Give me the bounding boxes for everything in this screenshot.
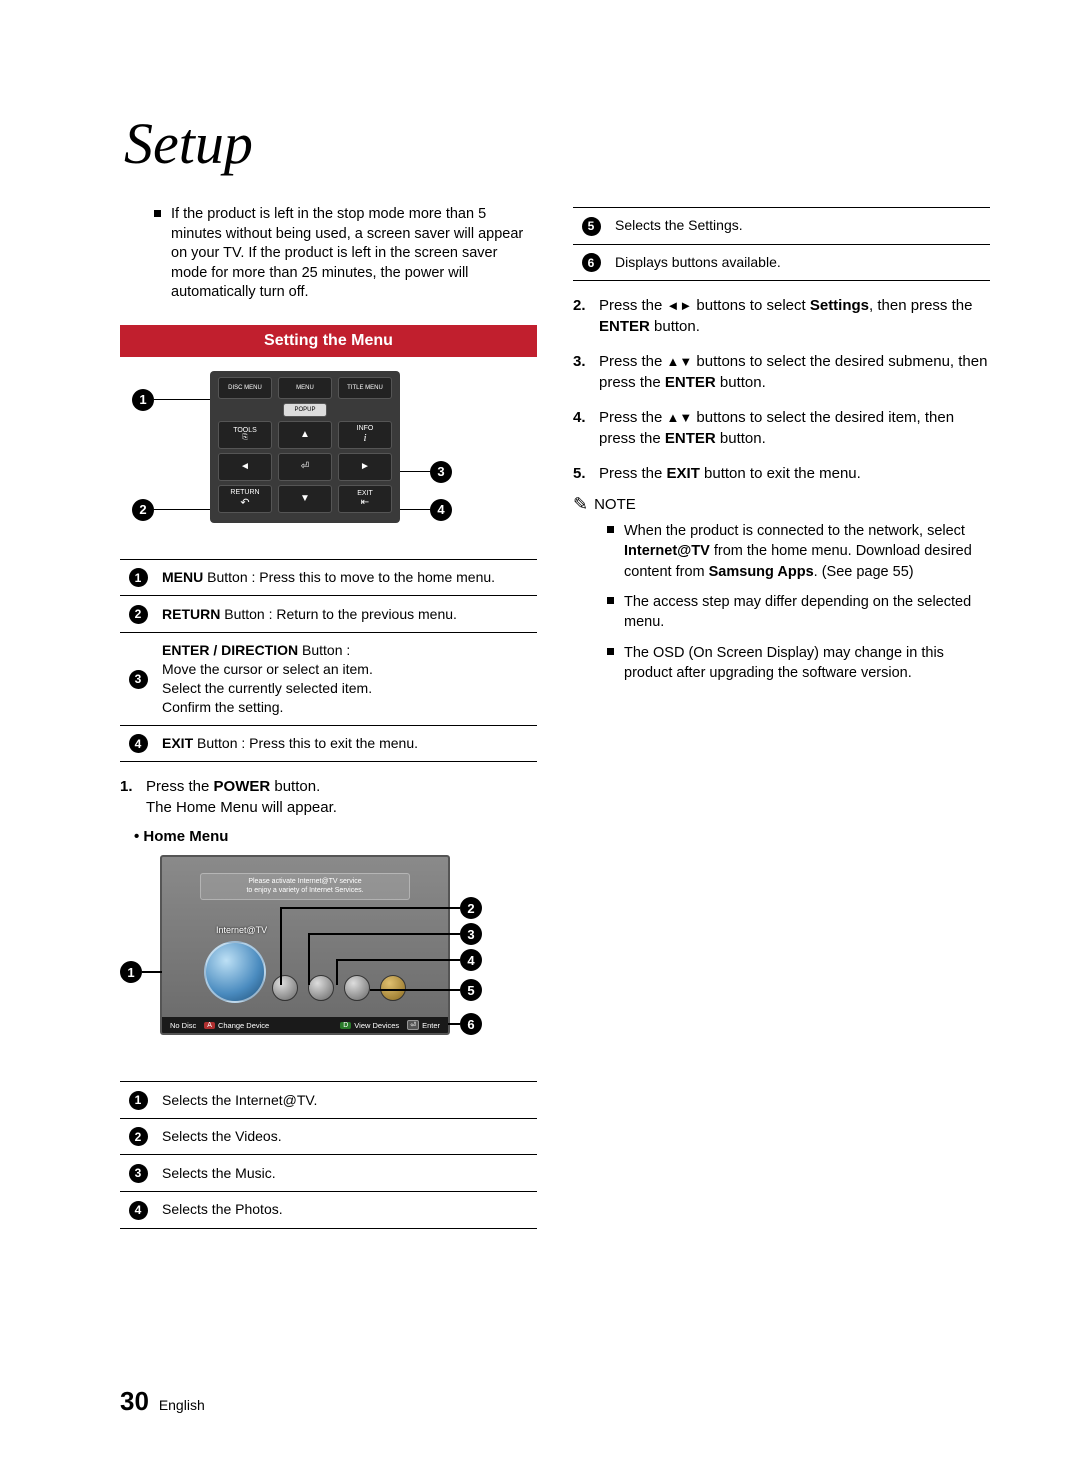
home-menu-diagram: Please activate Internet@TV service to e… xyxy=(120,855,537,1055)
remote-menu-button: MENU xyxy=(278,377,332,399)
videos-icon xyxy=(272,975,298,1001)
callout-num: 2 xyxy=(129,605,148,624)
remote-diagram: DISC MENU MENU TITLE MENU POPUP TOOLS⎘ ▲… xyxy=(120,371,537,541)
table-row: 4 Selects the Photos. xyxy=(120,1191,537,1228)
remote-right-button: ► xyxy=(338,453,392,481)
settings-icon xyxy=(380,975,406,1001)
callout-text: Selects the Settings. xyxy=(609,208,990,245)
callout-badge-2: 2 xyxy=(132,499,154,521)
home-badge-5: 5 xyxy=(460,979,482,1001)
table-row: 2 RETURN Button : Return to the previous … xyxy=(120,596,537,633)
remote-disc-menu-button: DISC MENU xyxy=(218,377,272,399)
home-badge-1: 1 xyxy=(120,961,142,983)
callout-text: Selects the Music. xyxy=(156,1155,537,1192)
table-row: 3 Selects the Music. xyxy=(120,1155,537,1192)
note-heading: ✎ NOTE xyxy=(573,494,990,515)
home-badge-4: 4 xyxy=(460,949,482,971)
globe-icon xyxy=(204,941,266,1003)
left-column: If the product is left in the stop mode … xyxy=(120,205,537,1229)
page-footer: 30 English xyxy=(120,1386,205,1417)
callout-text: Selects the Videos. xyxy=(156,1118,537,1155)
table-row: 1 Selects the Internet@TV. xyxy=(120,1082,537,1119)
intro-text: If the product is left in the stop mode … xyxy=(171,205,537,303)
music-icon xyxy=(308,975,334,1001)
note-label: NOTE xyxy=(594,496,636,513)
callout-text: Selects the Internet@TV. xyxy=(156,1082,537,1119)
remote-tools-button: TOOLS⎘ xyxy=(218,421,272,449)
instruction-step: 4.Press the ▲▼ buttons to select the des… xyxy=(573,407,990,449)
internet-tv-label: Internet@TV xyxy=(216,925,267,935)
home-badge-3: 3 xyxy=(460,923,482,945)
callout-text: MENU Button : Press this to move to the … xyxy=(156,559,537,596)
page-language: English xyxy=(159,1397,205,1413)
intro-bullet: If the product is left in the stop mode … xyxy=(120,205,537,303)
home-badge-6: 6 xyxy=(460,1013,482,1035)
table-row: 5 Selects the Settings. xyxy=(573,208,990,245)
home-menu-label: • Home Menu xyxy=(134,828,537,845)
square-bullet-icon xyxy=(607,526,614,533)
callout-badge-4: 4 xyxy=(430,499,452,521)
step-1: 1. Press the POWER button. The Home Menu… xyxy=(120,776,537,818)
remote-enter-button: ⏎ xyxy=(278,453,332,481)
right-column: 5 Selects the Settings. 6 Displays buttons … xyxy=(573,205,990,1229)
remote-title-menu-button: TITLE MENU xyxy=(338,377,392,399)
remote-down-button: ▼ xyxy=(278,485,332,513)
note-item: The access step may differ depending on … xyxy=(573,592,990,633)
table-row: 4 EXIT Button : Press this to exit the me… xyxy=(120,725,537,762)
note-icon: ✎ xyxy=(573,494,588,515)
callout-badge-3: 3 xyxy=(430,461,452,483)
home-badge-2: 2 xyxy=(460,897,482,919)
page-number: 30 xyxy=(120,1386,149,1416)
instruction-step: 3.Press the ▲▼ buttons to select the des… xyxy=(573,351,990,393)
callout-num: 4 xyxy=(129,734,148,753)
remote-info-button: INFOi xyxy=(338,421,392,449)
note-item: When the product is connected to the net… xyxy=(573,521,990,582)
callout-badge-1: 1 xyxy=(132,389,154,411)
callout-text: RETURN Button : Return to the previous m… xyxy=(156,596,537,633)
square-bullet-icon xyxy=(154,210,161,217)
square-bullet-icon xyxy=(607,597,614,604)
table-row: 6 Displays buttons available. xyxy=(573,244,990,281)
instruction-step: 2.Press the ◄► buttons to select Setting… xyxy=(573,295,990,337)
callout-num: 4 xyxy=(129,1201,148,1220)
home-bottom-bar: No Disc AChange Device DView Devices ⏎En… xyxy=(162,1017,448,1033)
callout-num: 2 xyxy=(129,1127,148,1146)
table-row: 1 MENU Button : Press this to move to the… xyxy=(120,559,537,596)
callout-num: 3 xyxy=(129,670,148,689)
note-item: The OSD (On Screen Display) may change i… xyxy=(573,643,990,684)
remote-body: DISC MENU MENU TITLE MENU POPUP TOOLS⎘ ▲… xyxy=(210,371,400,523)
home-callout-table-left: 1 Selects the Internet@TV. 2 Selects the Vi… xyxy=(120,1081,537,1228)
callout-text: EXIT Button : Press this to exit the men… xyxy=(156,725,537,762)
home-screen: Please activate Internet@TV service to e… xyxy=(160,855,450,1035)
page-title: Setup xyxy=(124,110,990,177)
callout-num: 5 xyxy=(582,217,601,236)
callout-text: ENTER / DIRECTION Button :Move the curso… xyxy=(156,633,537,726)
home-banner: Please activate Internet@TV service to e… xyxy=(200,873,410,900)
callout-num: 6 xyxy=(582,253,601,272)
callout-text: Displays buttons available. xyxy=(609,244,990,281)
callout-num: 1 xyxy=(129,568,148,587)
section-heading: Setting the Menu xyxy=(120,325,537,357)
table-row: 3 ENTER / DIRECTION Button :Move the curs… xyxy=(120,633,537,726)
instruction-step: 5.Press the EXIT button to exit the menu… xyxy=(573,463,990,484)
remote-up-button: ▲ xyxy=(278,421,332,449)
remote-popup-button: POPUP xyxy=(283,403,327,417)
callout-num: 3 xyxy=(129,1164,148,1183)
remote-callout-table: 1 MENU Button : Press this to move to the… xyxy=(120,559,537,762)
callout-num: 1 xyxy=(129,1091,148,1110)
table-row: 2 Selects the Videos. xyxy=(120,1118,537,1155)
square-bullet-icon xyxy=(607,648,614,655)
callout-text: Selects the Photos. xyxy=(156,1191,537,1228)
remote-left-button: ◄ xyxy=(218,453,272,481)
remote-exit-button: EXIT⇤ xyxy=(338,485,392,513)
home-callout-table-right: 5 Selects the Settings. 6 Displays buttons … xyxy=(573,207,990,281)
photos-icon xyxy=(344,975,370,1001)
remote-return-button: RETURN↶ xyxy=(218,485,272,513)
